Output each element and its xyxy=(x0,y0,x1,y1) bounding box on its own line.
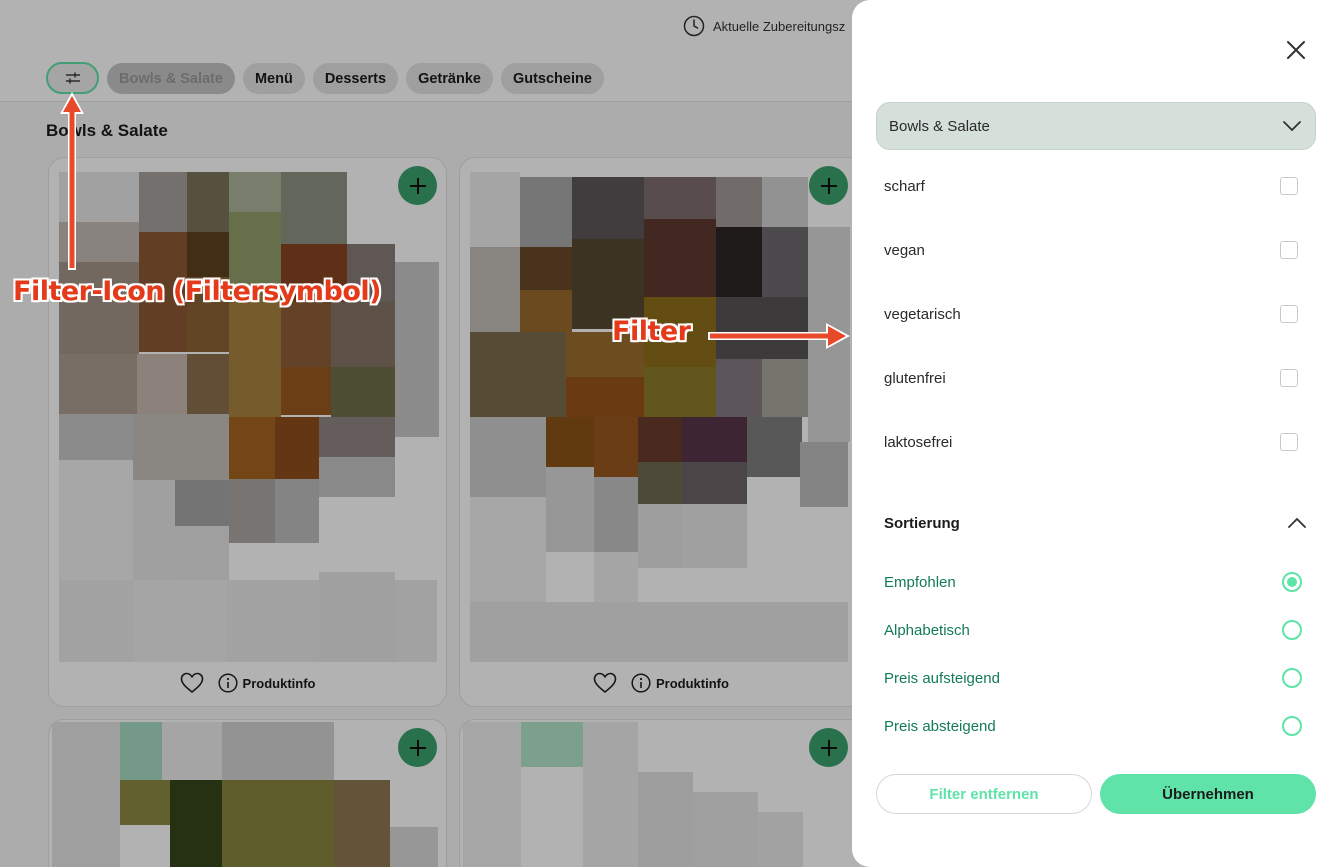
radio-button[interactable] xyxy=(1282,716,1302,736)
filter-option-label: vegetarisch xyxy=(884,305,961,323)
checkbox[interactable] xyxy=(1280,241,1298,259)
radio-button[interactable] xyxy=(1282,572,1302,592)
filter-option-vegetarisch[interactable]: vegetarisch xyxy=(884,294,1298,334)
filter-icon-annotation-arrow xyxy=(60,92,84,270)
sort-option-price-desc[interactable]: Preis absteigend xyxy=(884,711,1302,741)
filter-option-label: scharf xyxy=(884,177,925,195)
filter-option-glutenfrei[interactable]: glutenfrei xyxy=(884,358,1298,398)
filter-annotation-arrow xyxy=(708,323,850,349)
filter-option-laktosefrei[interactable]: laktosefrei xyxy=(884,422,1298,462)
filter-option-vegan[interactable]: vegan xyxy=(884,230,1298,270)
category-select[interactable]: Bowls & Salate xyxy=(876,102,1316,150)
sort-option-alphabetical[interactable]: Alphabetisch xyxy=(884,615,1302,645)
checkbox[interactable] xyxy=(1280,305,1298,323)
filter-option-label: laktosefrei xyxy=(884,433,953,451)
sort-option-label: Alphabetisch xyxy=(884,621,970,639)
category-select-value: Bowls & Salate xyxy=(889,117,990,135)
sort-option-price-asc[interactable]: Preis aufsteigend xyxy=(884,663,1302,693)
sort-option-recommended[interactable]: Empfohlen xyxy=(884,567,1302,597)
checkbox[interactable] xyxy=(1280,369,1298,387)
sort-option-label: Preis absteigend xyxy=(884,717,996,735)
remove-filter-button[interactable]: Filter entfernen xyxy=(876,774,1092,814)
sort-option-label: Preis aufsteigend xyxy=(884,669,1000,687)
checkbox[interactable] xyxy=(1280,433,1298,451)
sort-section-header[interactable]: Sortierung xyxy=(884,510,1306,536)
filter-option-label: glutenfrei xyxy=(884,369,946,387)
filter-icon-annotation: Filter-Icon (Filtersymbol) xyxy=(13,276,382,307)
filter-option-scharf[interactable]: scharf xyxy=(884,166,1298,206)
chevron-up-icon xyxy=(1288,518,1306,528)
radio-button[interactable] xyxy=(1282,620,1302,640)
sort-title: Sortierung xyxy=(884,514,960,532)
close-icon[interactable] xyxy=(1284,38,1308,62)
sort-option-label: Empfohlen xyxy=(884,573,956,591)
filter-drawer: Bowls & Salate scharf vegan vegetarisch … xyxy=(852,0,1331,867)
filter-option-label: vegan xyxy=(884,241,925,259)
checkbox[interactable] xyxy=(1280,177,1298,195)
radio-button[interactable] xyxy=(1282,668,1302,688)
filter-annotation: Filter xyxy=(612,316,691,347)
chevron-down-icon xyxy=(1283,121,1301,131)
apply-button[interactable]: Übernehmen xyxy=(1100,774,1316,814)
